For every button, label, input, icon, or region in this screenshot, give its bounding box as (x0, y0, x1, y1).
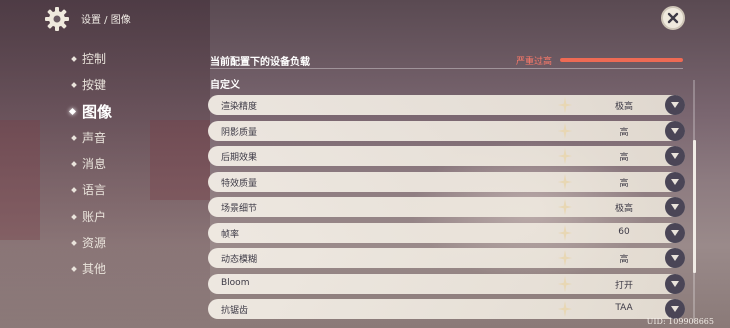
sidebar-item-label: 消息 (82, 157, 107, 172)
sidebar-item[interactable]: 声音 (70, 127, 190, 153)
settings-screen: 设置 / 图像 控制按键图像声音消息语言账户资源其他 当前配置下的设备负载 严重… (0, 0, 730, 328)
setting-row[interactable]: Bloom 打开 (208, 273, 685, 294)
dropdown-button[interactable] (665, 95, 685, 115)
setting-value[interactable]: 打开 (588, 278, 660, 291)
chevron-down-icon (671, 280, 679, 287)
sidebar-item[interactable]: 其他 (70, 258, 190, 284)
background-decor (0, 120, 40, 240)
setting-value[interactable]: 极高 (588, 99, 660, 112)
dropdown-button[interactable] (665, 171, 685, 192)
setting-row[interactable]: 阴影质量 高 (208, 120, 685, 141)
setting-row[interactable]: 帧率 60 (208, 222, 685, 243)
sparkle-icon (558, 199, 572, 215)
device-load-status: 严重过高 (516, 57, 553, 67)
dropdown-button[interactable] (665, 120, 685, 141)
diamond-bullet-icon (71, 266, 77, 273)
sparkle-icon (558, 97, 572, 113)
gear-icon (45, 7, 69, 31)
diamond-bullet-icon (71, 240, 77, 246)
scrollbar-thumb[interactable] (692, 139, 696, 273)
sparkle-icon (558, 122, 572, 139)
device-load-fill (560, 58, 683, 62)
setting-label: 场景细节 (221, 204, 258, 214)
sidebar-item-label: 声音 (82, 130, 107, 145)
diamond-bullet-icon (71, 135, 77, 141)
setting-label: 后期效果 (221, 153, 258, 163)
setting-row[interactable]: 渲染精度 极高 (208, 95, 685, 115)
diamond-bullet-icon (68, 107, 77, 115)
setting-label: 渲染精度 (221, 102, 258, 112)
dropdown-button[interactable] (665, 273, 685, 294)
setting-value[interactable]: 高 (588, 150, 660, 163)
breadcrumb: 设置 / 图像 (81, 15, 131, 26)
diamond-bullet-icon (71, 187, 77, 194)
sidebar-item[interactable]: 控制 (70, 48, 190, 74)
chevron-down-icon (671, 178, 679, 185)
sidebar-item[interactable]: 图像 (68, 101, 190, 127)
chevron-down-icon (671, 229, 679, 236)
chevron-down-icon (671, 127, 679, 134)
sidebar-item[interactable]: 语言 (70, 179, 190, 205)
sidebar-item-label: 账户 (82, 209, 107, 224)
diamond-bullet-icon (71, 161, 77, 168)
uid-label: UID: 109908665 (646, 317, 714, 326)
setting-row[interactable]: 特效质量 高 (208, 171, 685, 192)
sidebar-item[interactable]: 资源 (70, 232, 190, 258)
dropdown-button[interactable] (665, 299, 685, 319)
sidebar-item-label: 其他 (82, 262, 107, 277)
diamond-bullet-icon (71, 213, 77, 220)
sidebar-item[interactable]: 账户 (70, 206, 190, 232)
sidebar-item-label: 控制 (82, 52, 107, 66)
setting-row[interactable]: 抗锯齿 TAA (208, 299, 685, 319)
sidebar-item-label: 语言 (82, 183, 107, 198)
section-title: 自定义 (210, 80, 240, 91)
setting-label: 特效质量 (221, 178, 258, 189)
setting-label: 抗锯齿 (221, 306, 249, 316)
device-load-bar (560, 58, 683, 62)
sidebar-item-label: 按键 (82, 78, 107, 93)
setting-value[interactable]: 高 (588, 252, 660, 265)
sidebar-item[interactable]: 按键 (70, 74, 190, 100)
chevron-down-icon (671, 153, 679, 159)
setting-value[interactable]: 高 (588, 176, 660, 189)
dropdown-button[interactable] (665, 197, 685, 217)
close-button[interactable] (661, 6, 685, 30)
divider (210, 68, 683, 69)
dropdown-button[interactable] (665, 248, 685, 268)
setting-value[interactable]: 极高 (588, 201, 660, 214)
sidebar-item[interactable]: 消息 (70, 153, 190, 179)
settings-list: 渲染精度 极高 阴影质量高后期效果高特效质量高场景细节 极高 帧率 60 动态模糊高 Bloo… (208, 95, 685, 325)
setting-row[interactable]: 场景细节 极高 (208, 197, 685, 217)
sidebar-item-label: 资源 (82, 236, 107, 251)
scrollbar[interactable] (692, 80, 696, 322)
setting-label: 阴影质量 (221, 127, 258, 138)
setting-label: Bloom (221, 277, 250, 288)
dropdown-button[interactable] (665, 146, 685, 166)
setting-row[interactable]: 动态模糊 高 (208, 248, 685, 268)
sparkle-icon (558, 250, 572, 266)
diamond-bullet-icon (71, 56, 77, 62)
sparkle-icon (558, 173, 572, 190)
device-load-title: 当前配置下的设备负载 (210, 57, 310, 68)
setting-value[interactable]: TAA (588, 303, 660, 313)
setting-value[interactable]: 高 (588, 125, 660, 138)
sparkle-icon (558, 224, 572, 241)
close-icon (667, 12, 679, 24)
diamond-bullet-icon (71, 82, 77, 89)
sparkle-icon (558, 148, 572, 164)
sidebar-item-label: 图像 (82, 102, 113, 121)
sparkle-icon (558, 301, 572, 317)
top-bar: 设置 / 图像 (0, 0, 730, 36)
chevron-down-icon (671, 255, 679, 261)
chevron-down-icon (671, 102, 679, 108)
sparkle-icon (558, 275, 572, 292)
chevron-down-icon (671, 204, 679, 210)
dropdown-button[interactable] (665, 222, 685, 243)
chevron-down-icon (671, 306, 679, 312)
setting-label: 动态模糊 (221, 255, 258, 265)
sidebar-nav: 控制按键图像声音消息语言账户资源其他 (68, 48, 190, 285)
setting-value[interactable]: 60 (588, 227, 660, 237)
setting-row[interactable]: 后期效果 高 (208, 146, 685, 166)
setting-label: 帧率 (221, 229, 240, 240)
